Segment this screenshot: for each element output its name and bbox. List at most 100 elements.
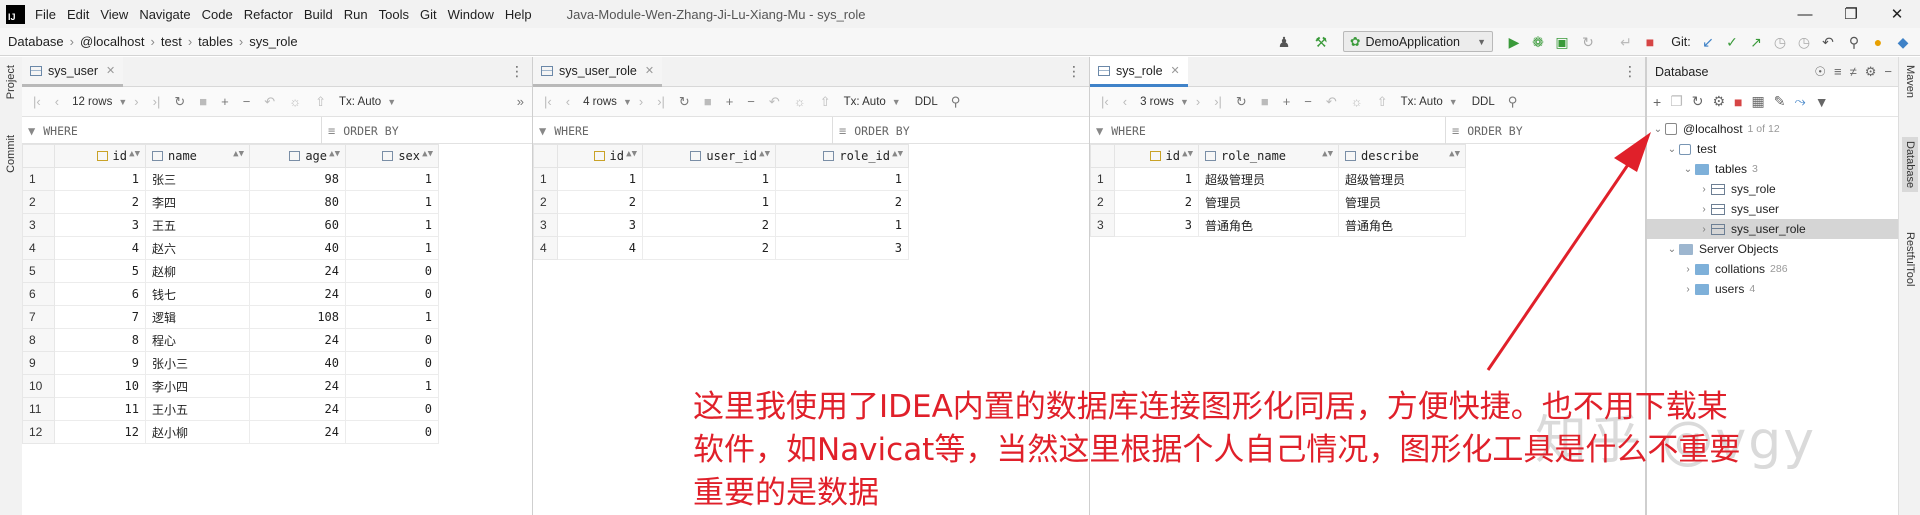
table-cell[interactable]: 3 <box>1114 213 1199 237</box>
table-cell[interactable]: 24 <box>249 282 346 306</box>
tree-node-tables[interactable]: ⌄ tables 3 <box>1647 159 1898 179</box>
tx-mode-select[interactable]: Tx: Auto <box>844 96 886 108</box>
delete-row-icon[interactable]: − <box>747 94 755 109</box>
table-cell[interactable]: 40 <box>249 351 346 375</box>
breadcrumb-tables[interactable]: tables <box>198 34 233 49</box>
breadcrumb-test[interactable]: test <box>161 34 182 49</box>
table-cell[interactable]: 1 <box>642 167 776 191</box>
table-cell[interactable]: 1 <box>775 167 909 191</box>
run-configuration-select[interactable]: ✿ DemoApplication ▼ <box>1343 31 1493 52</box>
menu-help[interactable]: Help <box>505 7 532 22</box>
table-row[interactable]: 6 6 钱七 24 0 <box>22 282 439 306</box>
user-icon[interactable]: ♟ <box>1272 31 1296 53</box>
ddl-button[interactable]: DDL <box>1472 96 1495 108</box>
table-row[interactable]: 12 12 赵小柳 24 0 <box>22 420 439 444</box>
table-cell[interactable]: 98 <box>249 167 346 191</box>
rows-count-select[interactable]: 3 rows <box>1140 96 1174 108</box>
build-hammer-icon[interactable]: ⚒ <box>1310 31 1332 53</box>
tree-node-localhost[interactable]: ⌄ @localhost 1 of 12 <box>1647 119 1898 139</box>
table-cell[interactable]: 2 <box>642 213 776 237</box>
table-cell[interactable]: 1 <box>345 213 439 237</box>
stop-icon[interactable]: ■ <box>704 94 712 109</box>
close-icon[interactable]: ✕ <box>645 64 654 77</box>
table-row[interactable]: 10 10 李小四 24 1 <box>22 374 439 398</box>
rows-count-select[interactable]: 12 rows <box>72 96 112 108</box>
table-cell[interactable]: 2 <box>54 190 146 214</box>
table-row[interactable]: 5 5 赵柳 24 0 <box>22 259 439 283</box>
table-cell[interactable]: 赵柳 <box>145 259 250 283</box>
last-page-icon[interactable]: ›| <box>153 94 161 109</box>
minimize-icon[interactable]: — <box>1782 0 1828 28</box>
menu-refactor[interactable]: Refactor <box>244 7 293 22</box>
table-row[interactable]: 4 4 赵六 40 1 <box>22 236 439 260</box>
where-filter-input[interactable]: ▼ WHERE <box>1090 117 1446 144</box>
search-icon[interactable]: ⚲ <box>951 94 961 110</box>
menu-window[interactable]: Window <box>448 7 494 22</box>
table-row[interactable]: 1 1 张三 98 1 <box>22 167 439 191</box>
table-cell[interactable]: 普通角色 <box>1198 213 1339 237</box>
table-cell[interactable]: 2 <box>1114 190 1199 214</box>
table-cell[interactable]: 10 <box>54 374 146 398</box>
settings-icon[interactable]: ⚙ <box>1712 93 1725 110</box>
column-header-name[interactable]: name ▲▼ <box>145 144 250 168</box>
sort-icon[interactable]: ▲▼ <box>1449 149 1460 159</box>
tab-sys-user[interactable]: sys_user ✕ <box>22 57 124 87</box>
menu-build[interactable]: Build <box>304 7 333 22</box>
close-window-icon[interactable]: ✕ <box>1874 0 1920 28</box>
table-cell[interactable]: 管理员 <box>1338 190 1466 214</box>
breadcrumb-sys-role[interactable]: sys_role <box>249 34 297 49</box>
commit-tool-button[interactable]: Commit <box>5 135 17 173</box>
table-cell[interactable]: 王五 <box>145 213 250 237</box>
tab-sys-user-role[interactable]: sys_user_role ✕ <box>533 57 663 87</box>
stop-icon[interactable]: ■ <box>1734 94 1742 110</box>
table-row[interactable]: 3 3 王五 60 1 <box>22 213 439 237</box>
sort-icon[interactable]: ▲▼ <box>759 149 770 159</box>
table-cell[interactable]: 0 <box>345 420 439 444</box>
collapse-all-icon[interactable]: ≠ <box>1850 64 1857 79</box>
refresh-icon[interactable]: ↻ <box>174 94 185 110</box>
stop-icon[interactable]: ■ <box>1261 94 1269 109</box>
table-cell[interactable]: 0 <box>345 328 439 352</box>
table-cell[interactable]: 6 <box>54 282 146 306</box>
more-options-icon[interactable]: ⋮ <box>1623 63 1637 80</box>
next-page-icon[interactable]: › <box>1196 94 1200 109</box>
table-row[interactable]: 7 7 逻辑 108 1 <box>22 305 439 329</box>
last-page-icon[interactable]: ›| <box>657 94 665 109</box>
table-cell[interactable]: 0 <box>345 282 439 306</box>
first-page-icon[interactable]: |‹ <box>1101 94 1109 109</box>
ide-logo-icon[interactable]: ◆ <box>1892 31 1914 53</box>
gear-icon[interactable]: ⚙ <box>1865 64 1877 80</box>
table-cell[interactable]: 超级管理员 <box>1198 167 1339 191</box>
history-icon[interactable]: ◷ <box>1770 31 1790 53</box>
table-cell[interactable]: 逻辑 <box>145 305 250 329</box>
prev-page-icon[interactable]: ‹ <box>566 94 570 109</box>
table-cell[interactable]: 8 <box>54 328 146 352</box>
revert-icon[interactable]: ↶ <box>1326 94 1337 110</box>
table-cell[interactable]: 1 <box>345 190 439 214</box>
table-row[interactable]: 1 1 超级管理员 超级管理员 <box>1090 167 1466 191</box>
tree-node-sys-user-role[interactable]: › sys_user_role <box>1647 219 1898 239</box>
rows-count-select[interactable]: 4 rows <box>583 96 617 108</box>
tree-node-test[interactable]: ⌄ test <box>1647 139 1898 159</box>
delete-row-icon[interactable]: − <box>1304 94 1312 109</box>
column-header-role-id[interactable]: role_id ▲▼ <box>775 144 909 168</box>
tree-node-server-objects[interactable]: ⌄ Server Objects <box>1647 239 1898 259</box>
table-row[interactable]: 2 2 管理员 管理员 <box>1090 190 1466 214</box>
table-row[interactable]: 1111 <box>533 167 909 191</box>
git-commit-icon[interactable]: ✓ <box>1722 31 1742 53</box>
table-row[interactable]: 8 8 程心 24 0 <box>22 328 439 352</box>
preview-changes-icon[interactable]: ☼ <box>289 94 301 109</box>
sort-icon[interactable]: ▲▼ <box>892 149 903 159</box>
sort-icon[interactable]: ▲▼ <box>626 149 637 159</box>
table-cell[interactable]: 2 <box>775 190 909 214</box>
column-header-age[interactable]: age ▲▼ <box>249 144 346 168</box>
sort-icon[interactable]: ▲▼ <box>422 149 433 159</box>
breadcrumb-database[interactable]: Database <box>8 34 64 49</box>
table-row[interactable]: 11 11 王小五 24 0 <box>22 397 439 421</box>
more-tools-icon[interactable]: » <box>517 94 524 109</box>
table-cell[interactable]: 钱七 <box>145 282 250 306</box>
table-row[interactable]: 4423 <box>533 236 909 260</box>
rerun-icon[interactable]: ↵ <box>1616 31 1636 53</box>
add-datasource-icon[interactable]: + <box>1653 94 1661 110</box>
next-page-icon[interactable]: › <box>639 94 643 109</box>
